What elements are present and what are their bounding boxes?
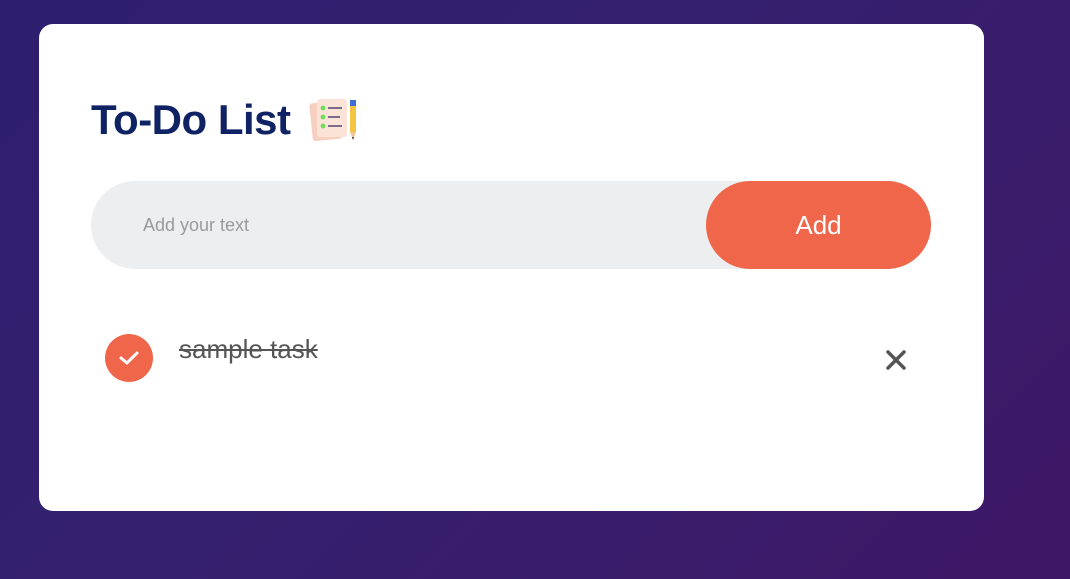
add-task-form: Add <box>91 181 931 269</box>
task-input[interactable] <box>143 181 683 269</box>
list-item[interactable]: sample task <box>105 330 915 386</box>
close-icon <box>886 350 906 370</box>
title-row: To-Do List <box>91 94 361 146</box>
checkmark-icon <box>119 351 139 365</box>
delete-task-button[interactable] <box>879 343 913 377</box>
task-toggle-checkbox[interactable] <box>105 334 153 382</box>
todo-card: To-Do List Add your text Add sample task <box>39 24 984 511</box>
page-title: To-Do List <box>91 96 291 143</box>
task-list: sample task <box>105 330 915 386</box>
task-text[interactable]: sample task <box>179 334 318 365</box>
notepad-pencil-icon <box>308 96 361 144</box>
add-button[interactable]: Add <box>706 181 931 269</box>
